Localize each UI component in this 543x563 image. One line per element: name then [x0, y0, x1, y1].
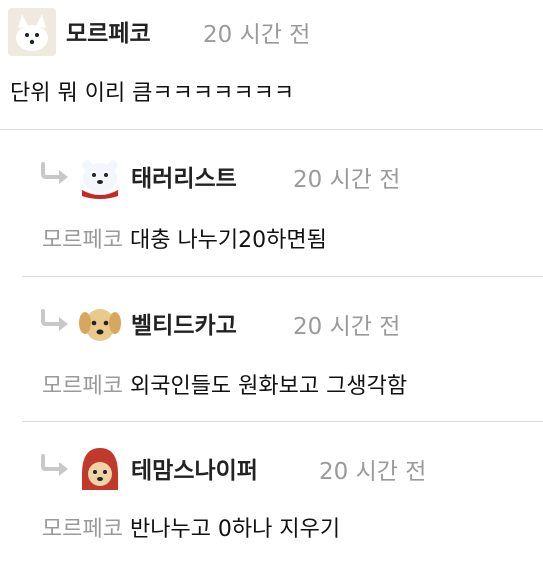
timestamp: 20 시간 전 [319, 459, 427, 485]
reply-arrow-icon [41, 309, 68, 331]
reply-text: 모르페코 외국인들도 원화보고 그생각함 [42, 368, 407, 400]
comment-post: 모르페코 20 시간 전 단위 뭐 이리 큼ㅋㅋㅋㅋㅋㅋㅋ [0, 0, 543, 129]
hooded-puppy-icon [82, 448, 118, 490]
author-name[interactable]: 태러리스트 [131, 159, 237, 193]
reply-content: 대충 나누기20하면됨 [129, 228, 327, 253]
reply-text: 모르페코 반나누고 0하나 지우기 [42, 511, 340, 543]
comment-text: 단위 뭐 이리 큼ㅋㅋㅋㅋㅋㅋㅋ [10, 81, 295, 106]
reply-text: 모르페코 대충 나누기20하면됨 [42, 222, 327, 254]
arctic-fox-icon [8, 8, 56, 56]
reply-content: 반나누고 0하나 지우기 [129, 517, 341, 542]
polar-bear-icon [82, 160, 118, 199]
reply-content: 외국인들도 원화보고 그생각함 [129, 374, 408, 399]
reply-item: 벨티드카고 20 시간 전 모르페코 외국인들도 원화보고 그생각함 [0, 277, 543, 422]
reply-arrow-icon [41, 454, 68, 476]
reply-arrow-icon [41, 162, 68, 184]
avatar[interactable] [8, 8, 56, 56]
author-name[interactable]: 벨티드카고 [131, 306, 237, 340]
mention[interactable]: 모르페코 [42, 374, 123, 399]
mention[interactable]: 모르페코 [42, 228, 123, 253]
reply-item: 테맘스나이퍼 20 시간 전 모르페코 반나누고 0하나 지우기 [0, 422, 543, 563]
mention[interactable]: 모르페코 [42, 517, 123, 542]
avatar[interactable] [76, 299, 124, 347]
avatar[interactable] [76, 152, 124, 200]
author-name[interactable]: 테맘스나이퍼 [131, 451, 258, 485]
avatar[interactable] [76, 444, 124, 492]
timestamp: 20 시간 전 [203, 22, 311, 48]
timestamp: 20 시간 전 [293, 314, 401, 340]
reply-item: 태러리스트 20 시간 전 모르페코 대충 나누기20하면됨 [0, 130, 543, 276]
puppy-icon [79, 309, 121, 341]
timestamp: 20 시간 전 [293, 167, 401, 193]
author-name[interactable]: 모르페코 [66, 14, 151, 48]
